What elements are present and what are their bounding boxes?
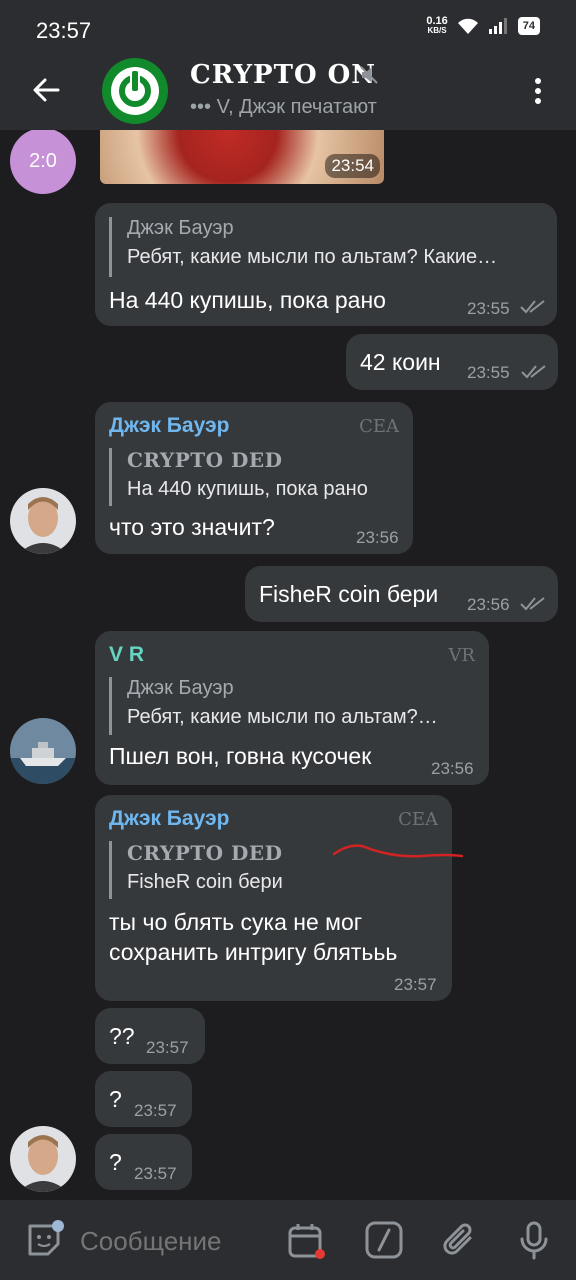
message-bubble[interactable]: ? 23:57 (95, 1134, 192, 1190)
reply-quote[interactable]: Джэк Бауэр Ребят, какие мысли по альтам?… (109, 217, 541, 277)
read-ticks-icon (521, 365, 546, 379)
user-photo-icon (10, 488, 76, 554)
message-time: 23:54 (331, 156, 374, 175)
message-time: 23:57 (146, 1038, 189, 1057)
network-speed-unit: KB/S (427, 26, 447, 35)
user-avatar-story[interactable]: 2:0 (10, 130, 76, 194)
network-speed: 0.16 KB/S (426, 16, 447, 36)
message-input[interactable] (80, 1218, 270, 1264)
reply-text: FisheR coin бери (127, 871, 283, 893)
status-icons: 0.16 KB/S 74 (426, 16, 540, 36)
muted-icon (360, 66, 378, 84)
message-time: 23:57 (394, 975, 437, 994)
message-text: На 440 купишь, пока рано (109, 287, 386, 313)
message-text: ты чо блять сука не мог сохранить интриг… (109, 909, 398, 965)
message-text: FisheR coin бери (259, 581, 439, 607)
chat-avatar[interactable] (102, 58, 168, 124)
reply-text: Ребят, какие мысли по альтам?… (127, 706, 438, 728)
sender-name[interactable]: Джэк Бауэр (109, 807, 229, 831)
signal-icon (488, 18, 507, 34)
message-bubble[interactable]: ? 23:57 (95, 1071, 192, 1127)
bot-commands-icon[interactable] (364, 1220, 404, 1260)
network-speed-value: 0.16 (426, 15, 448, 27)
image-message[interactable]: 23:54 (100, 130, 384, 184)
message-text: ?? (109, 1023, 135, 1049)
back-arrow-icon[interactable] (28, 72, 64, 108)
chat-header: CRYPTO ON ••• V, Джэк печатают (0, 56, 576, 130)
reply-quote[interactable]: CRYPTO DED На 440 купишь, пока рано (109, 448, 399, 506)
reply-author: Джэк Бауэр (127, 677, 234, 699)
red-underline-annotation (332, 844, 464, 858)
message-bubble[interactable]: V R VR Джэк Бауэр Ребят, какие мысли по … (95, 631, 489, 785)
message-composer (0, 1200, 576, 1280)
sender-name[interactable]: Джэк Бауэр (109, 414, 229, 438)
reply-text: На 440 купишь, пока рано (127, 478, 368, 500)
message-time: 23:55 (467, 363, 510, 382)
reply-author: Джэк Бауэр (127, 217, 234, 239)
reply-author: CRYPTO DED (127, 448, 283, 472)
more-options-icon[interactable] (526, 76, 550, 106)
power-logo-icon (104, 60, 166, 122)
yacht-photo-icon (10, 718, 76, 784)
status-bar: 23:57 0.16 KB/S 74 (0, 0, 576, 56)
reply-text: Ребят, какие мысли по альтам? Какие… (127, 246, 498, 268)
user-avatar[interactable] (10, 488, 76, 554)
message-bubble[interactable]: Джэк Бауэр Ребят, какие мысли по альтам?… (95, 203, 557, 326)
wifi-icon (457, 18, 478, 34)
sender-name[interactable]: V R (109, 643, 144, 667)
message-time: 23:57 (134, 1164, 177, 1183)
read-ticks-icon (520, 300, 545, 314)
message-bubble[interactable]: FisheR coin бери 23:56 (245, 566, 558, 622)
message-time: 23:56 (431, 759, 474, 778)
chat-messages[interactable]: 2:0 23:54 Джэк Бауэр Ребят, какие мысли … (0, 130, 576, 1200)
sticker-icon[interactable] (24, 1220, 64, 1260)
sender-tag: VR (448, 645, 475, 666)
chat-title[interactable]: CRYPTO ON (190, 60, 376, 90)
message-bubble[interactable]: Джэк Бауэр CEA CRYPTO DED FisheR coin бе… (95, 795, 452, 1001)
attach-paperclip-icon[interactable] (440, 1220, 480, 1260)
message-text: ? (109, 1086, 122, 1112)
message-time: 23:55 (467, 299, 510, 318)
user-photo-icon (10, 1126, 76, 1192)
message-bubble[interactable]: Джэк Бауэр CEA CRYPTO DED На 440 купишь,… (95, 402, 413, 554)
sender-tag: CEA (359, 416, 399, 437)
message-time: 23:56 (356, 528, 399, 547)
typing-status: ••• V, Джэк печатают (190, 96, 377, 118)
message-bubble[interactable]: 42 коин 23:55 (346, 334, 558, 390)
microphone-icon[interactable] (514, 1220, 554, 1260)
message-time: 23:56 (467, 595, 510, 614)
user-avatar[interactable] (10, 718, 76, 784)
message-text: Пшел вон, говна кусочек (109, 743, 372, 769)
message-text: ? (109, 1149, 122, 1175)
read-ticks-icon (520, 597, 545, 611)
status-time: 23:57 (36, 18, 92, 43)
user-avatar[interactable] (10, 1126, 76, 1192)
sender-tag: CEA (398, 809, 438, 830)
message-bubble[interactable]: ?? 23:57 (95, 1008, 205, 1064)
message-text: 42 коин (360, 349, 441, 375)
reply-quote[interactable]: Джэк Бауэр Ребят, какие мысли по альтам?… (109, 677, 475, 735)
avatar-text: 2:0 (29, 149, 57, 172)
battery-indicator: 74 (517, 17, 540, 35)
message-time: 23:57 (134, 1101, 177, 1120)
message-text: что это значит? (109, 514, 275, 540)
image-time-badge: 23:54 (325, 154, 380, 178)
schedule-calendar-icon[interactable] (286, 1220, 326, 1260)
